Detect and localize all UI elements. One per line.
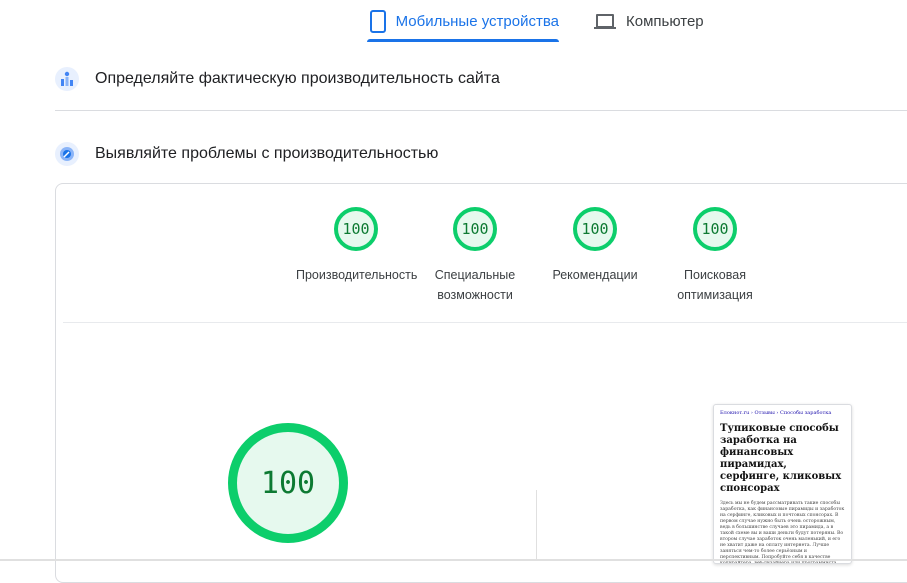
score-value: 100 [573,207,617,251]
score-gauge-performance[interactable]: 100 Производительность [296,207,418,285]
smartphone-icon [370,9,386,33]
score-label: Производительность [296,268,418,282]
field-data-title: Определяйте фактическую производительнос… [95,70,500,87]
gauges-divider [63,322,907,323]
score-label: Рекомендации [552,268,638,282]
field-data-section[interactable]: Определяйте фактическую производительнос… [55,67,500,91]
preview-body: Здесь мы не будем рассматривать такие сп… [720,501,845,564]
score-label: Специальные возможности [434,268,516,302]
tab-desktop-label: Компьютер [626,12,704,30]
tab-mobile-label: Мобильные устройства [395,12,559,30]
preview-title: Тупиковые способы заработка на финансовы… [720,423,842,494]
section-divider [55,110,907,111]
users-chart-icon [55,67,79,91]
score-gauge-seo[interactable]: 100 Поисковая оптимизация [655,207,775,305]
main-score-gauge[interactable]: 100 [228,423,348,543]
score-value: 100 [693,207,737,251]
score-value: 100 [334,207,378,251]
tab-mobile[interactable]: Мобильные устройства [367,0,559,42]
laptop-icon [594,13,616,29]
score-label: Поисковая оптимизация [677,268,753,302]
score-gauge-accessibility[interactable]: 100 Специальные возможности [415,207,535,305]
score-gauge-best-practices[interactable]: 100 Рекомендации [535,207,655,285]
lab-data-section[interactable]: Выявляйте проблемы с производительностью [55,142,438,166]
preview-breadcrumb: Блокнот.ru › Отзывы › Способы заработка [720,410,832,416]
score-value: 100 [453,207,497,251]
compass-icon [55,142,79,166]
tab-desktop[interactable]: Компьютер [594,0,704,42]
lab-data-title: Выявляйте проблемы с производительностью [95,145,439,162]
column-divider [536,490,537,561]
page-screenshot-thumbnail: Блокнот.ru › Отзывы › Способы заработка … [713,404,852,564]
